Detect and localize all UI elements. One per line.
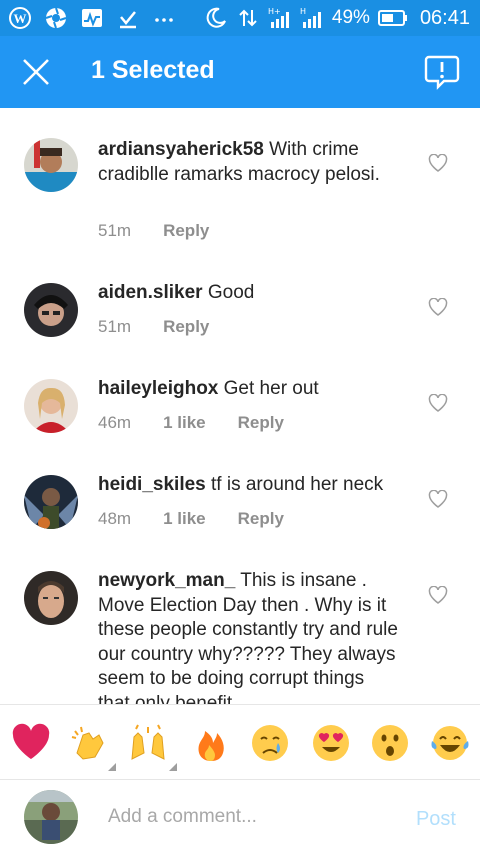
status-bar-left: W — [8, 4, 176, 32]
comment-meta: 46m 1 like Reply — [98, 413, 284, 433]
comment-username[interactable]: newyork_man_ — [98, 570, 235, 591]
download-icon — [116, 6, 140, 30]
svg-text:W: W — [14, 11, 27, 26]
app-bar: 1 Selected — [0, 36, 480, 108]
fire-emoji[interactable] — [189, 721, 233, 765]
reply-button[interactable]: Reply — [163, 221, 209, 241]
heart-icon — [428, 154, 448, 172]
likes-count[interactable]: 1 like — [163, 413, 206, 433]
comment-username[interactable]: haileyleighox — [98, 378, 218, 399]
emoji-skin-tone-indicator — [169, 763, 177, 771]
like-button[interactable] — [428, 298, 448, 316]
comment-time: 51m — [98, 317, 132, 336]
battery-percent: 49% — [331, 7, 370, 28]
avatar[interactable] — [24, 138, 78, 192]
heart-icon — [428, 490, 448, 508]
moon-icon — [204, 6, 228, 30]
emoji-reaction-bar — [0, 704, 480, 780]
avatar[interactable] — [24, 379, 78, 433]
comment-message: Get her out — [223, 378, 319, 399]
emoji-skin-tone-indicator — [108, 763, 116, 771]
reply-button[interactable]: Reply — [238, 509, 284, 529]
svg-text:H: H — [300, 7, 306, 16]
comment-username[interactable]: ardiansyaherick58 — [98, 139, 264, 160]
close-button[interactable] — [18, 54, 54, 90]
comment-list[interactable]: ardiansyaherick58 With crime cradiblle r… — [0, 108, 480, 704]
like-button[interactable] — [428, 490, 448, 508]
status-bar-right: H+ H 49% 06:41 — [204, 4, 470, 32]
like-button[interactable] — [428, 394, 448, 412]
close-icon — [23, 59, 49, 85]
avatar[interactable] — [24, 571, 78, 625]
battery-icon — [377, 6, 408, 30]
comment-composer: Post — [0, 780, 480, 854]
astonished-face-emoji[interactable] — [368, 721, 412, 765]
data-transfer-icon — [236, 6, 260, 30]
comment-message: Good — [207, 282, 255, 303]
comment-text: heidi_skiles tf is around her neck — [98, 473, 408, 498]
comment-input[interactable] — [96, 800, 386, 834]
reply-button[interactable]: Reply — [238, 413, 284, 433]
comment-time: 51m — [98, 221, 132, 240]
clapping-hands-emoji[interactable] — [67, 721, 111, 765]
raising-hands-emoji[interactable] — [126, 721, 170, 765]
comment-meta: 51m Reply — [98, 221, 209, 241]
more-dots-icon — [152, 6, 176, 30]
heart-icon — [428, 586, 448, 604]
wordpress-icon: W — [8, 6, 32, 30]
comment-message: tf is around her neck — [211, 474, 384, 495]
avatar[interactable] — [24, 475, 78, 529]
comment-time: 48m — [98, 509, 132, 528]
clock: 06:41 — [419, 6, 470, 29]
report-icon — [424, 55, 460, 90]
likes-count[interactable]: 1 like — [163, 509, 206, 529]
comment-username[interactable]: aiden.sliker — [98, 282, 203, 303]
comment-username[interactable]: heidi_skiles — [98, 474, 206, 495]
comment-text: haileyleighox Get her out — [98, 377, 408, 402]
like-button[interactable] — [428, 154, 448, 172]
tears-of-joy-emoji[interactable] — [428, 721, 472, 765]
comment-text: aiden.sliker Good — [98, 281, 408, 306]
signal-h-plus-1-icon: H+ — [268, 6, 292, 30]
like-button[interactable] — [428, 586, 448, 604]
heart-icon — [428, 394, 448, 412]
selection-title: 1 Selected — [91, 56, 215, 84]
reply-button[interactable]: Reply — [163, 317, 209, 337]
signal-h-plus-2-icon: H — [300, 6, 324, 30]
comment-time: 46m — [98, 413, 132, 432]
current-user-avatar — [24, 790, 78, 844]
activity-icon — [80, 6, 104, 30]
aperture-icon — [44, 6, 68, 30]
red-heart-emoji[interactable] — [9, 721, 53, 765]
crying-face-emoji[interactable] — [248, 721, 292, 765]
comment-meta: 48m 1 like Reply — [98, 509, 284, 529]
report-button[interactable] — [422, 52, 462, 92]
heart-icon — [428, 298, 448, 316]
svg-text:H+: H+ — [268, 7, 281, 16]
post-button[interactable]: Post — [416, 808, 456, 831]
comment-text: newyork_man_ This is insane . Move Elect… — [98, 569, 398, 704]
comment-meta: 51m Reply — [98, 317, 209, 337]
avatar[interactable] — [24, 283, 78, 337]
status-bar: W H+ H 49% 06:41 — [0, 0, 480, 36]
heart-eyes-emoji[interactable] — [309, 721, 353, 765]
comment-text: ardiansyaherick58 With crime cradiblle r… — [98, 138, 408, 187]
